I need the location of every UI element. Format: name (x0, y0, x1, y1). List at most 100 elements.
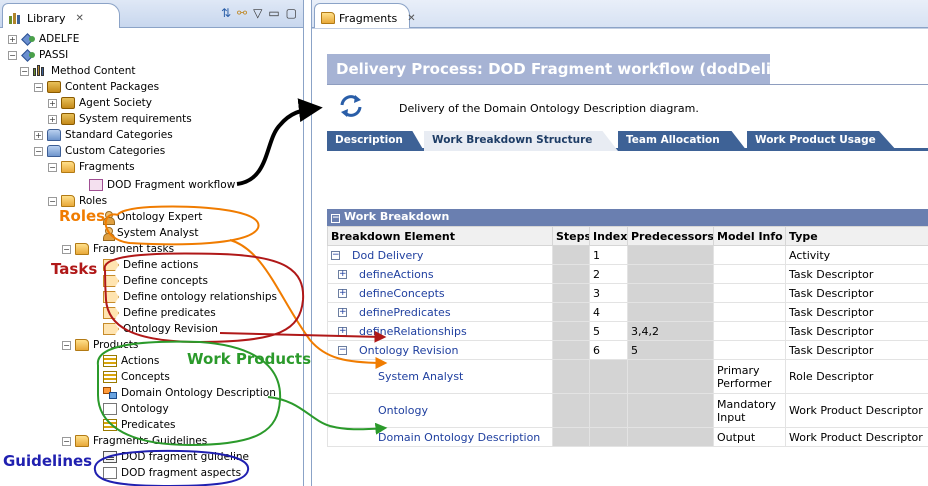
table-row[interactable]: Domain Ontology Description Output Work Pr… (327, 427, 928, 447)
tree-item[interactable]: Ontology Revision (90, 321, 218, 337)
collapse-icon[interactable]: − (8, 50, 17, 60)
cell-element[interactable]: + defineActions (327, 264, 553, 284)
tree-item[interactable]: Ontology Expert (90, 209, 202, 225)
tree-item[interactable]: + System requirements (48, 111, 192, 127)
table-row[interactable]: + defineRelationships 5 3,4,2 Task Descripto… (327, 321, 928, 341)
close-icon[interactable]: ✕ (407, 13, 415, 24)
table-row[interactable]: System Analyst Primary Performer Role Desc… (327, 359, 928, 394)
tree-item[interactable]: − Products (62, 337, 138, 353)
tree-item[interactable]: DOD fragment aspects (90, 465, 241, 481)
collapse-icon[interactable]: − (48, 162, 57, 172)
expand-icon[interactable]: + (8, 34, 17, 44)
tree-item[interactable]: Actions (90, 353, 159, 369)
tree-item-label: Define actions (123, 259, 199, 271)
tab-team-allocation[interactable]: Team Allocation (618, 131, 747, 151)
model_info-text: Primary Performer (717, 363, 772, 390)
table-row[interactable]: − Dod Delivery 1 Activity (327, 245, 928, 265)
delivery-process-icon (340, 95, 362, 117)
cell-element[interactable]: Ontology (327, 393, 553, 428)
tree-item[interactable]: Concepts (90, 369, 170, 385)
folder-icon (321, 12, 335, 24)
annotation-guidelines: Guidelines (3, 452, 93, 470)
collapse-icon[interactable]: − (48, 196, 57, 206)
work-breakdown-header[interactable]: − Work Breakdown (327, 209, 928, 226)
table-row[interactable]: + definePredicates 4 Task Descriptor (327, 302, 928, 322)
collapse-icon[interactable]: − (62, 436, 71, 446)
view-menu-icon[interactable]: ▽ (253, 6, 262, 20)
type-text: Work Product Descriptor (789, 404, 923, 417)
tab-description[interactable]: Description (327, 131, 424, 151)
tree-item[interactable]: Define concepts (90, 273, 208, 289)
expand-icon[interactable]: + (338, 308, 347, 317)
cell-element[interactable]: − Ontology Revision (327, 340, 553, 360)
tree-item[interactable]: Predicates (90, 417, 176, 433)
collapse-icon[interactable]: − (34, 146, 43, 156)
sort-icon[interactable]: ⇅ (221, 6, 231, 20)
collapse-icon[interactable]: − (34, 82, 43, 92)
tree-item[interactable]: Ontology (90, 401, 169, 417)
column-header: Predecessors (627, 226, 714, 246)
tree-item[interactable]: DOD fragment guideline (90, 449, 249, 465)
minimize-icon[interactable]: ▭ (268, 6, 279, 20)
cell-element[interactable]: − Dod Delivery (327, 245, 553, 265)
tree-item[interactable]: − Custom Categories (34, 143, 165, 159)
tree-item[interactable]: + Agent Society (48, 95, 152, 111)
collapse-icon[interactable]: − (62, 340, 71, 350)
expand-icon[interactable]: + (48, 98, 57, 108)
cell-index: 2 (589, 264, 628, 284)
table-row[interactable]: Ontology Mandatory Input Work Product Desc… (327, 393, 928, 428)
tree-item-label: Agent Society (79, 97, 152, 109)
tree-item[interactable]: − Method Content (20, 63, 135, 79)
tree-item[interactable]: − Fragment tasks (62, 241, 174, 257)
type-text: Work Product Descriptor (789, 430, 923, 444)
work-product-icon (103, 371, 117, 383)
element-text: definePredicates (359, 305, 451, 319)
tree-item[interactable]: − Fragments Guidelines (62, 433, 207, 449)
library-tab[interactable]: Library ✕ (2, 3, 120, 28)
type-text: Task Descriptor (789, 324, 874, 338)
tree-item[interactable]: System Analyst (90, 225, 198, 241)
tree-item[interactable]: Domain Ontology Description (90, 385, 276, 401)
cell-element[interactable]: + defineRelationships (327, 321, 553, 341)
tree-item-label: PASSI (39, 49, 69, 61)
tree-item-label: Define ontology relationships (123, 291, 277, 303)
tree-item[interactable]: Define ontology relationships (90, 289, 277, 305)
expand-icon[interactable]: + (338, 289, 347, 298)
collapse-icon[interactable]: − (338, 346, 347, 355)
collapse-icon[interactable]: − (20, 66, 29, 76)
collapse-icon[interactable]: − (331, 251, 340, 260)
tree-item[interactable]: Define actions (90, 257, 198, 273)
link-icon[interactable]: ⚯ (237, 6, 247, 20)
tree-item[interactable]: − Content Packages (34, 79, 159, 95)
tree-item-label: Define concepts (123, 275, 208, 287)
tree-item-label: Content Packages (65, 81, 160, 93)
cell-element[interactable]: + defineConcepts (327, 283, 553, 303)
tree-item[interactable]: − Fragments (48, 159, 135, 175)
close-icon[interactable]: ✕ (75, 13, 83, 24)
cell-element[interactable]: System Analyst (327, 359, 553, 394)
cell-element[interactable]: Domain Ontology Description (327, 427, 553, 447)
tab-work-product-usage[interactable]: Work Product Usage (747, 131, 897, 151)
table-row[interactable]: + defineActions 2 Task Descriptor (327, 264, 928, 284)
tree-item[interactable]: + ADELFE (8, 31, 79, 47)
tree-item[interactable]: + Standard Categories (34, 127, 173, 143)
tab-work-breakdown-structure[interactable]: Work Breakdown Structure (424, 131, 618, 151)
type-text: Task Descriptor (789, 305, 874, 319)
table-row[interactable]: − Ontology Revision 6 5 Task Descriptor (327, 340, 928, 360)
maximize-icon[interactable]: ▢ (286, 6, 297, 20)
table-row[interactable]: + defineConcepts 3 Task Descriptor (327, 283, 928, 303)
collapse-icon[interactable]: − (331, 214, 340, 223)
cell-index (589, 427, 628, 447)
expand-icon[interactable]: + (338, 270, 347, 279)
tree-item[interactable]: − PASSI (8, 47, 68, 63)
cell-index (589, 393, 628, 428)
tree-item[interactable]: Define predicates (90, 305, 216, 321)
expand-icon[interactable]: + (338, 327, 347, 336)
column-header: Type (785, 226, 928, 246)
cell-element[interactable]: + definePredicates (327, 302, 553, 322)
expand-icon[interactable]: + (34, 130, 43, 140)
tree-item[interactable]: DOD Fragment workflow (76, 177, 235, 193)
fragments-tab[interactable]: Fragments ✕ (314, 3, 416, 28)
expand-icon[interactable]: + (48, 114, 57, 124)
collapse-icon[interactable]: − (62, 244, 71, 254)
